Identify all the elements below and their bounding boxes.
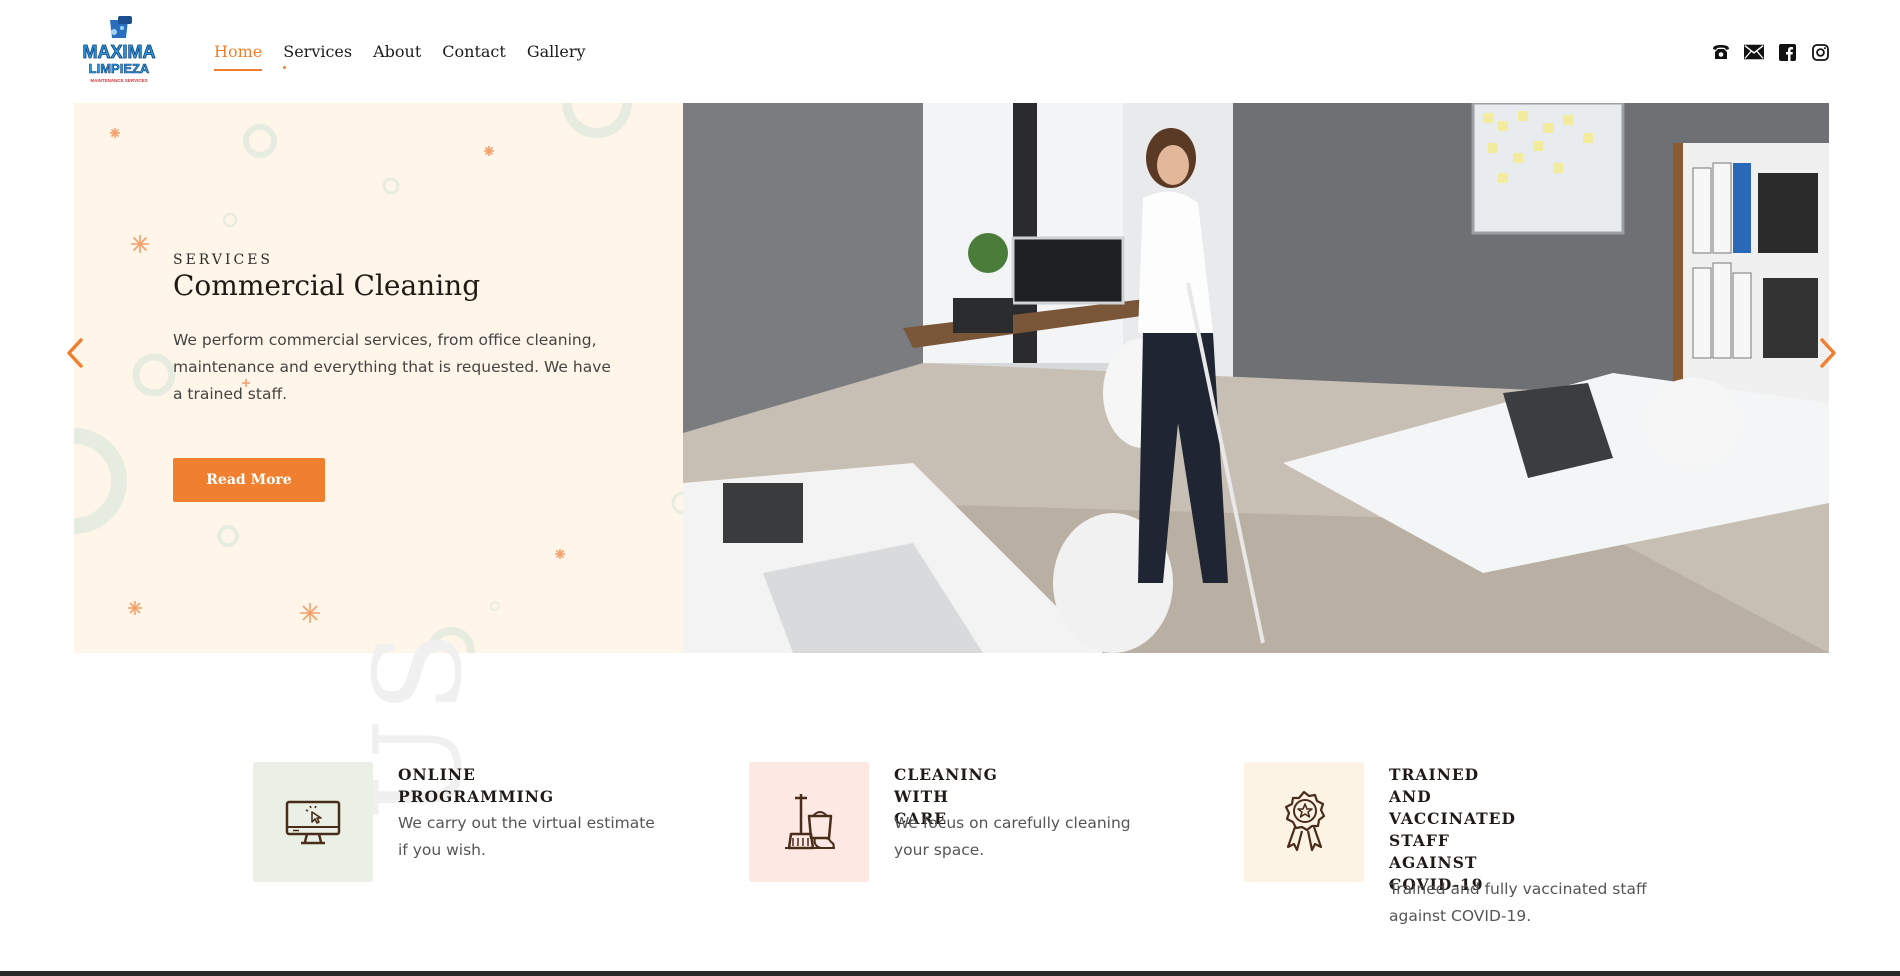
hero-slider: SERVICES Commercial Cleaning We perform … <box>67 103 1836 653</box>
hero-description: We perform commercial services, from off… <box>173 331 611 403</box>
nav-contact[interactable]: Contact <box>442 42 506 71</box>
slider-next-arrow[interactable] <box>1815 333 1841 373</box>
svg-text:LIMPIEZA: LIMPIEZA <box>89 61 150 76</box>
svg-text:MAINTENANCE SERVICES: MAINTENANCE SERVICES <box>90 78 147 83</box>
logo-image: MAXIMA LIMPIEZA MAINTENANCE SERVICES <box>82 16 156 83</box>
features-section: ONLINE PROGRAMMING We carry out the virt… <box>0 760 1900 976</box>
site-logo[interactable]: MAXIMA LIMPIEZA MAINTENANCE SERVICES <box>74 16 164 90</box>
feature-icon-box <box>1244 762 1364 882</box>
phone-icon[interactable] <box>1711 42 1731 62</box>
office-cleaning-photo <box>683 103 1829 653</box>
nav-services[interactable]: Services <box>283 42 352 71</box>
nav-home[interactable]: Home <box>214 42 263 71</box>
hero-title: Commercial Cleaning <box>173 269 481 302</box>
instagram-icon[interactable] <box>1810 42 1830 62</box>
feature-icon-box <box>749 762 869 882</box>
mop-bucket-icon <box>785 794 835 850</box>
monitor-click-icon <box>285 800 341 845</box>
main-nav: Home Services About Contact Gallery <box>214 42 607 71</box>
feature-icon-box <box>253 762 373 882</box>
feature-title: ONLINE PROGRAMMING <box>398 765 555 806</box>
slider-prev-arrow[interactable] <box>62 333 88 373</box>
feature-text: We carry out the virtual estimate if you… <box>398 814 655 859</box>
hero-text-panel: SERVICES Commercial Cleaning We perform … <box>74 103 683 653</box>
hero-eyebrow: SERVICES <box>173 252 274 268</box>
nav-about[interactable]: About <box>373 42 421 71</box>
header-social-icons <box>1711 42 1830 62</box>
read-more-button[interactable]: Read More <box>173 458 325 502</box>
award-badge-icon <box>1284 790 1326 852</box>
hero-image <box>683 103 1829 653</box>
nav-gallery[interactable]: Gallery <box>527 42 586 71</box>
site-header: MAXIMA LIMPIEZA MAINTENANCE SERVICES Hom… <box>0 0 1900 103</box>
page-bottom-bar <box>0 971 1900 976</box>
facebook-icon[interactable] <box>1777 42 1797 62</box>
svg-text:MAXIMA: MAXIMA <box>83 42 156 62</box>
feature-text: We focus on carefully cleaning your spac… <box>894 814 1131 859</box>
mail-icon[interactable] <box>1744 42 1764 62</box>
feature-text: Trained and fully vaccinated staff again… <box>1389 880 1647 925</box>
